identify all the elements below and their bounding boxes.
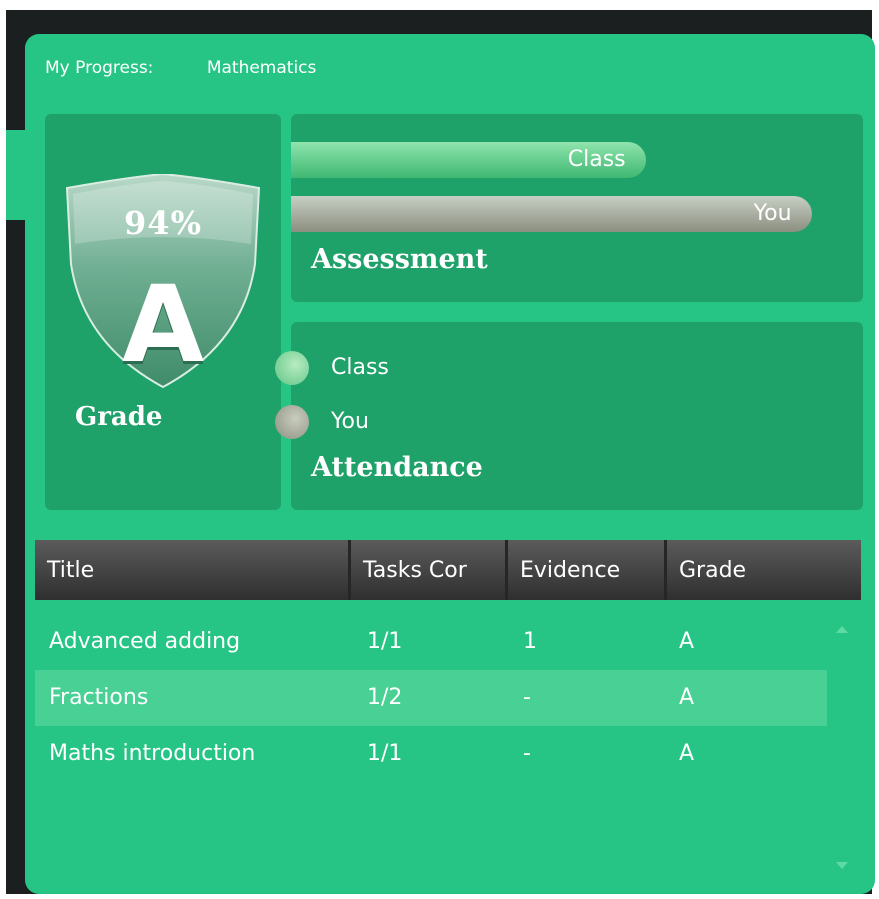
row-grade: A bbox=[679, 685, 695, 710]
row-grade: A bbox=[679, 741, 695, 766]
grade-letter: A bbox=[121, 263, 205, 386]
row-evidence: 1 bbox=[523, 629, 537, 654]
grade-card: 94% A Grade bbox=[45, 114, 281, 510]
table-row[interactable]: Advanced adding 1/1 1 A bbox=[35, 614, 827, 670]
subject-name: Mathematics bbox=[206, 58, 317, 78]
chevron-up-icon[interactable] bbox=[836, 626, 848, 633]
column-header-evidence[interactable]: Evidence bbox=[508, 540, 664, 600]
column-header-tasks[interactable]: Tasks Cor bbox=[351, 540, 505, 600]
assessment-class-label: Class bbox=[567, 147, 626, 172]
row-tasks: 1/2 bbox=[367, 685, 403, 710]
row-title: Advanced adding bbox=[49, 629, 241, 654]
row-title: Fractions bbox=[49, 685, 149, 710]
progress-panel: My Progress: Mathematics 94% A Grade Cla… bbox=[25, 34, 875, 894]
assessment-you-label: You bbox=[753, 201, 792, 226]
assessment-title: Assessment bbox=[311, 244, 488, 275]
grade-label: Grade bbox=[75, 402, 163, 432]
attendance-you-label: You bbox=[331, 409, 369, 434]
grade-percent: 94% bbox=[124, 204, 202, 242]
row-tasks: 1/1 bbox=[367, 741, 403, 766]
progress-label: My Progress: bbox=[45, 58, 154, 78]
row-evidence: - bbox=[523, 741, 531, 766]
attendance-class-label: Class bbox=[331, 355, 389, 380]
assessment-card: Class You Assessment bbox=[291, 114, 863, 302]
attendance-class-dot bbox=[275, 351, 309, 385]
assessment-you-bar: You bbox=[291, 196, 812, 232]
column-header-title[interactable]: Title bbox=[35, 540, 348, 600]
chevron-down-icon[interactable] bbox=[836, 862, 848, 869]
attendance-you-dot bbox=[275, 405, 309, 439]
attendance-card: Class You Attendance bbox=[275, 322, 863, 510]
table-row[interactable]: Maths introduction 1/1 - A bbox=[35, 726, 827, 782]
column-header-grade[interactable]: Grade bbox=[667, 540, 861, 600]
assessment-class-bar: Class bbox=[291, 142, 646, 178]
row-evidence: - bbox=[523, 685, 531, 710]
row-grade: A bbox=[679, 629, 695, 654]
row-title: Maths introduction bbox=[49, 741, 256, 766]
table-header: Title Tasks Cor Evidence Grade bbox=[35, 540, 861, 600]
panel-header: My Progress: Mathematics bbox=[45, 58, 316, 78]
attendance-title: Attendance bbox=[311, 452, 483, 483]
results-table-body: Advanced adding 1/1 1 A Fractions 1/2 - … bbox=[35, 614, 827, 782]
row-tasks: 1/1 bbox=[367, 629, 403, 654]
table-row-selected[interactable]: Fractions 1/2 - A bbox=[35, 670, 827, 726]
